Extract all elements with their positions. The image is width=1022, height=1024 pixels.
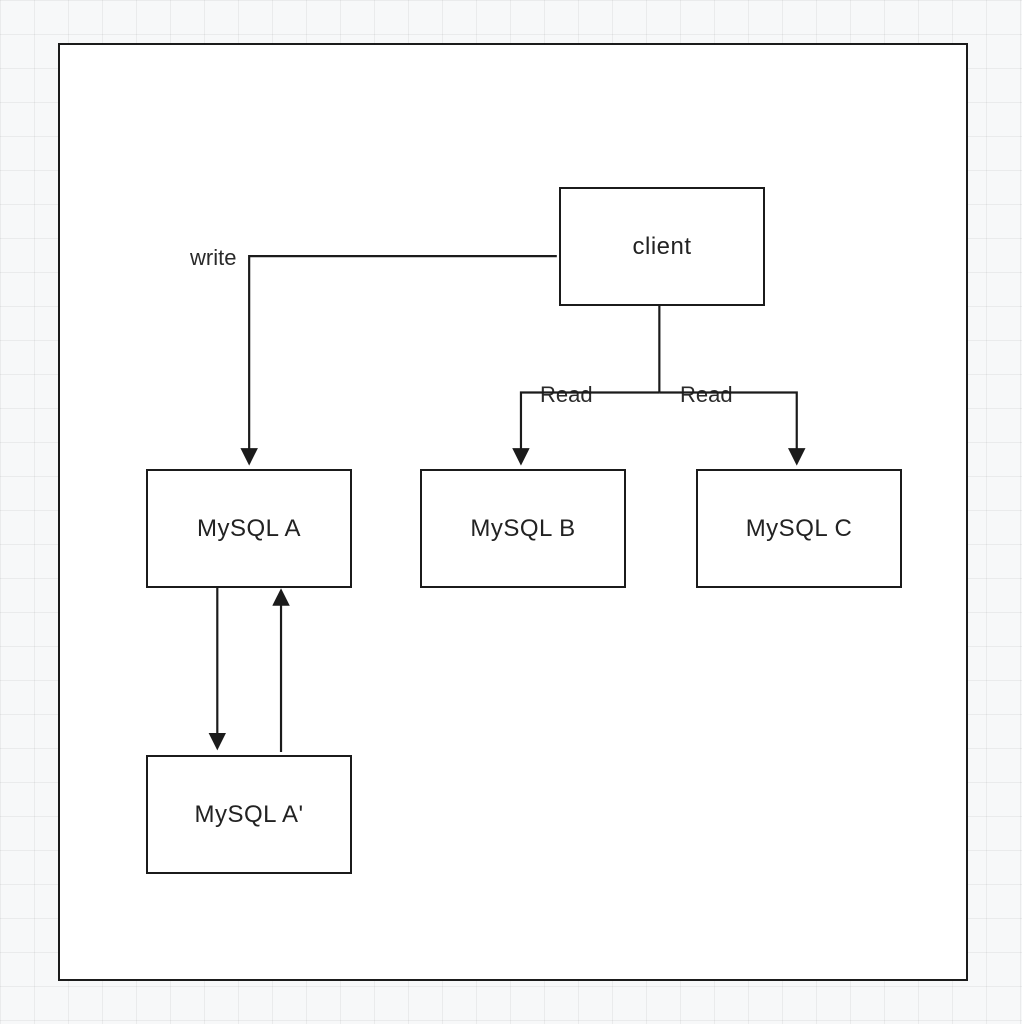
edge-client-reads bbox=[521, 306, 797, 461]
diagram-frame: client MySQL A MySQL B MySQL C MySQL A' … bbox=[58, 43, 968, 981]
edges-svg bbox=[60, 45, 966, 979]
edge-client-to-mysql-a bbox=[249, 256, 557, 461]
diagram-canvas: client MySQL A MySQL B MySQL C MySQL A' … bbox=[60, 45, 966, 979]
edge-mysql-a-to-a-prime bbox=[217, 587, 281, 752]
